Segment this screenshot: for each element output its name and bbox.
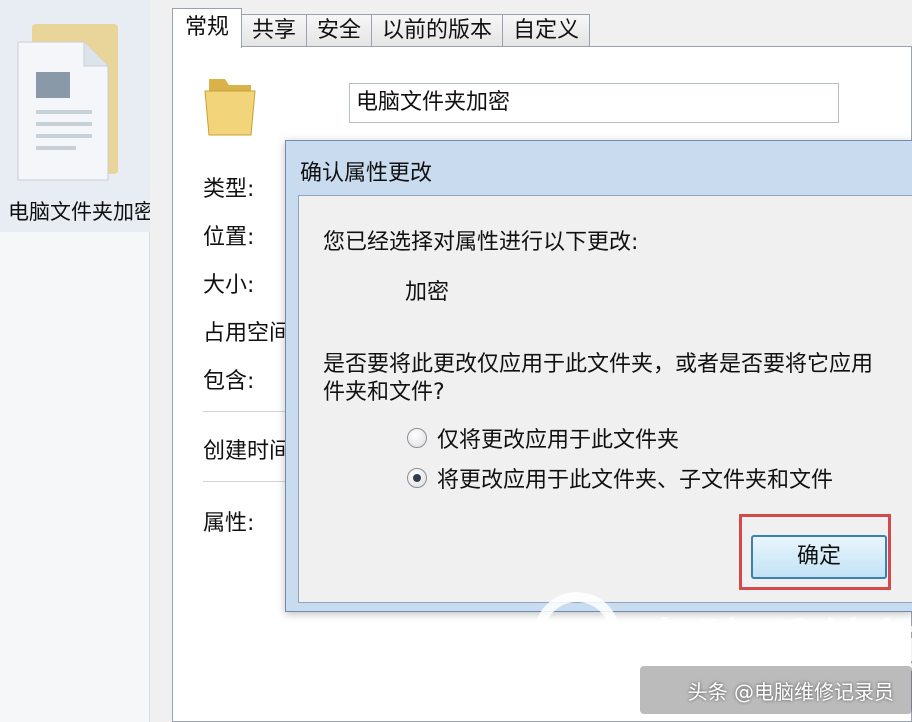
tab-sharing[interactable]: 共享 [241, 14, 308, 48]
option-folder-only[interactable]: 仅将更改应用于此文件夹 [407, 422, 679, 454]
tab-general[interactable]: 常规 [172, 8, 243, 48]
intro-text: 您已经选择对属性进行以下更改: [323, 230, 639, 255]
confirm-attribute-changes-dialog: 确认属性更改 您已经选择对属性进行以下更改: 加密 是否要将此更改仅应用于此文件… [285, 140, 912, 612]
type-label: 类型: [203, 177, 255, 202]
created-label: 创建时间 [203, 439, 292, 464]
folder-icon [204, 79, 256, 136]
tab-customize[interactable]: 自定义 [502, 14, 591, 48]
option-folder-only-label[interactable]: 仅将更改应用于此文件夹 [437, 422, 679, 454]
attributes-label: 属性: [203, 511, 255, 536]
credit-text: 头条 @电脑维修记录员 [687, 680, 894, 704]
dialog-body: 您已经选择对属性进行以下更改: 加密 是否要将此更改仅应用于此文件夹，或者是否要… [298, 195, 912, 603]
radio-button-checked[interactable] [407, 468, 427, 488]
question-text-line2: 件夹和文件? [323, 380, 445, 405]
file-label[interactable]: 电脑文件夹加密 [8, 196, 150, 226]
desktop-pane: 电脑文件夹加密 [0, 0, 150, 722]
tab-security[interactable]: 安全 [306, 14, 373, 48]
ok-button[interactable]: 确定 [751, 535, 887, 579]
size-on-disk-label: 占用空间 [203, 321, 292, 346]
dialog-title: 确认属性更改 [300, 161, 433, 186]
document-folder-icon[interactable] [14, 14, 122, 184]
separator [203, 481, 293, 482]
tab-strip: 常规 共享 安全 以前的版本 自定义 [172, 6, 591, 48]
folder-name-field[interactable]: 电脑文件夹加密 [349, 83, 839, 123]
radio-button[interactable] [407, 428, 427, 448]
location-label: 位置: [203, 225, 255, 250]
change-text: 加密 [405, 280, 450, 305]
size-label: 大小: [203, 273, 255, 298]
watermark-logo-icon [534, 592, 620, 678]
separator [203, 411, 293, 412]
option-all[interactable]: 将更改应用于此文件夹、子文件夹和文件 [407, 462, 833, 494]
tab-previous-versions[interactable]: 以前的版本 [371, 14, 504, 48]
option-all-label[interactable]: 将更改应用于此文件夹、子文件夹和文件 [437, 462, 833, 494]
contains-label: 包含: [203, 369, 255, 394]
